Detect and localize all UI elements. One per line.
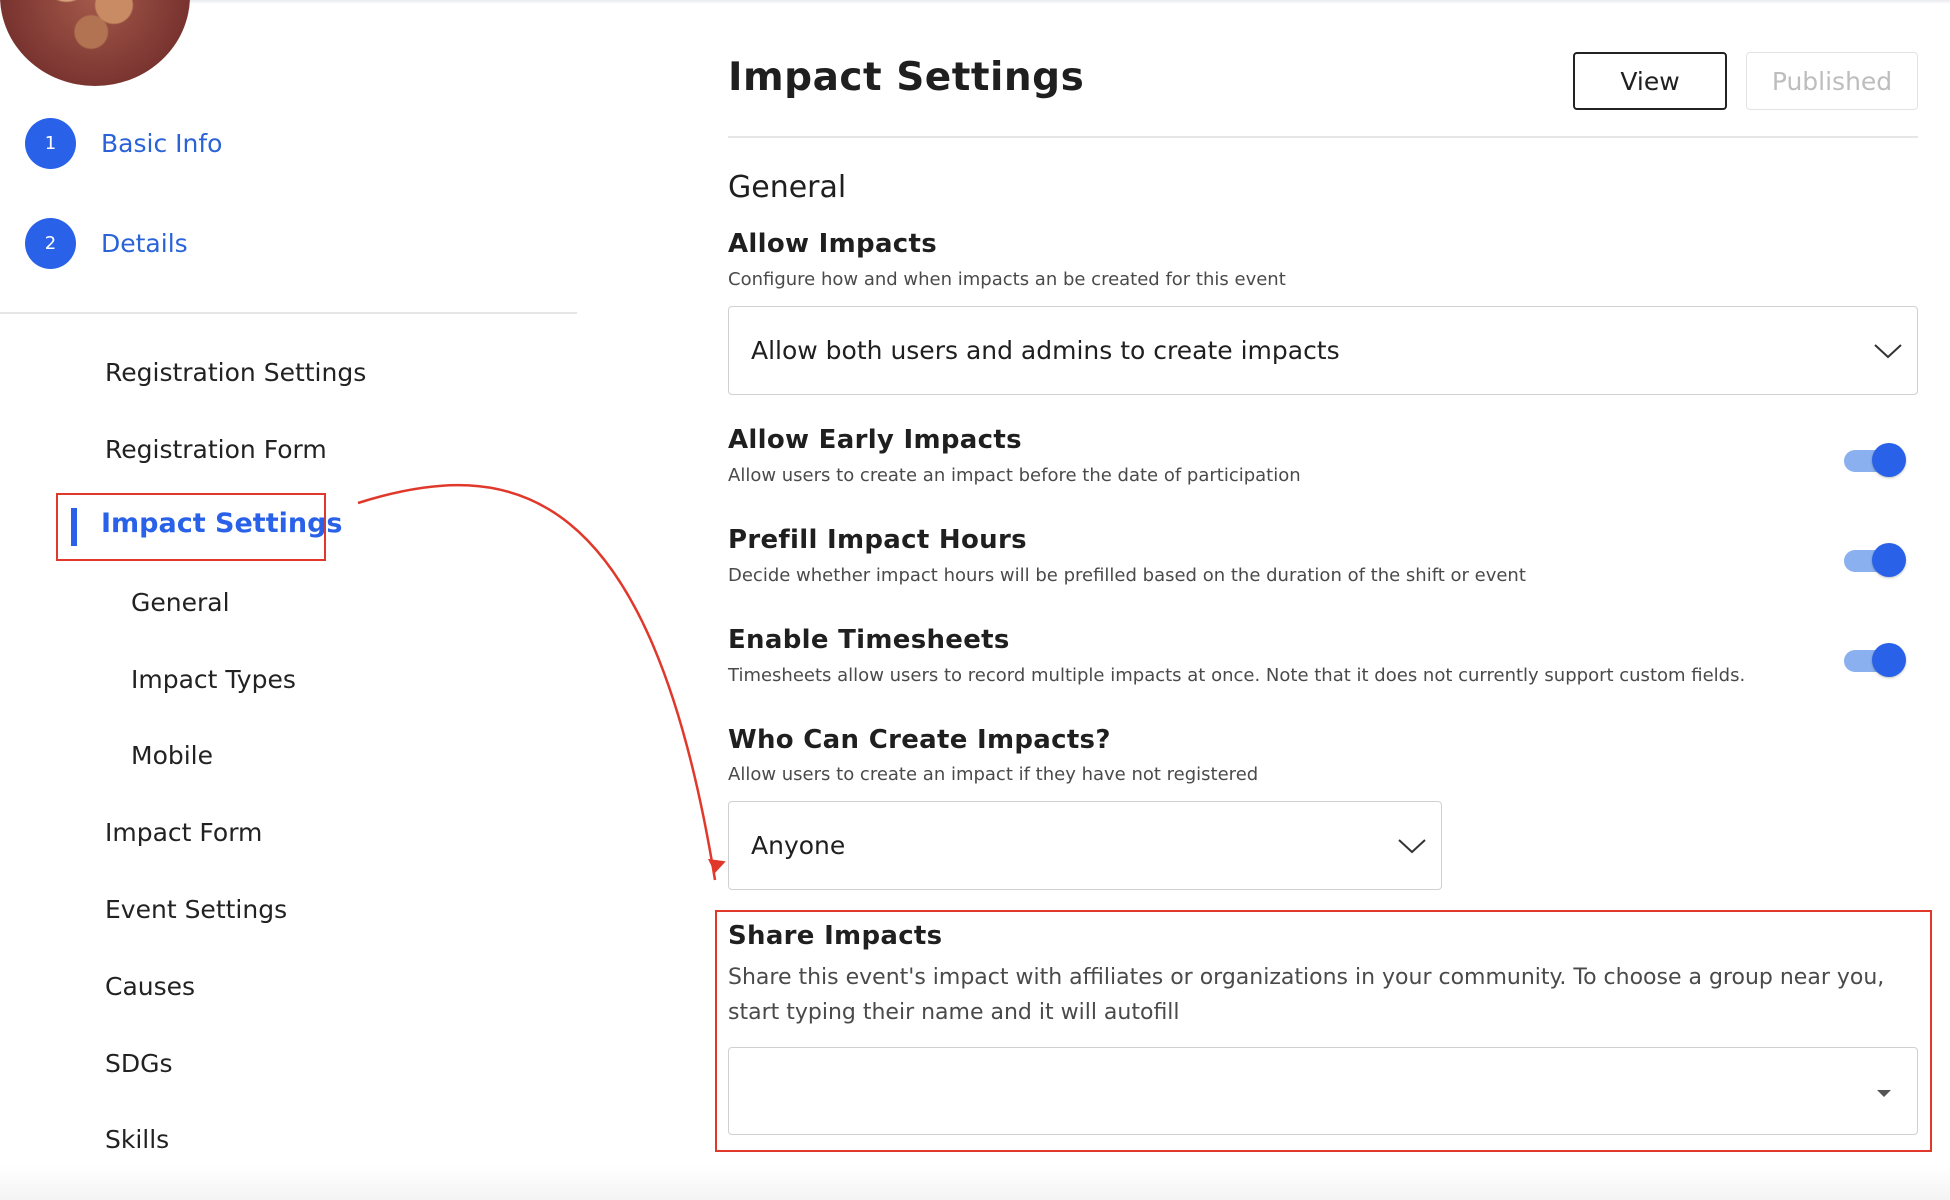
active-indicator — [71, 508, 77, 546]
share-impacts-autocomplete[interactable] — [728, 1047, 1918, 1135]
who-can-create-title: Who Can Create Impacts? — [728, 725, 1111, 755]
allow-impacts-select[interactable]: Allow both users and admins to create im… — [728, 306, 1918, 395]
caret-down-icon[interactable] — [1877, 1090, 1891, 1097]
toggle-knob — [1872, 443, 1906, 477]
prefill-impact-hours-toggle[interactable] — [1844, 543, 1906, 579]
sidebar-item-registration-form[interactable]: Registration Form — [105, 435, 327, 464]
sidebar-divider — [0, 312, 577, 314]
enable-timesheets-description: Timesheets allow users to record multipl… — [728, 665, 1746, 686]
who-can-create-select[interactable]: Anyone — [728, 801, 1442, 890]
allow-impacts-title: Allow Impacts — [728, 229, 938, 259]
section-title-general: General — [728, 170, 847, 205]
step-number-badge: 1 — [25, 118, 76, 169]
step-label: Details — [101, 229, 188, 258]
allow-impacts-selected-value: Allow both users and admins to create im… — [751, 336, 1340, 365]
sidebar-item-registration-settings[interactable]: Registration Settings — [105, 358, 366, 387]
prefill-impact-hours-description: Decide whether impact hours will be pref… — [728, 565, 1526, 586]
allow-early-impacts-description: Allow users to create an impact before t… — [728, 465, 1301, 486]
header-divider — [728, 136, 1918, 138]
who-can-create-description: Allow users to create an impact if they … — [728, 764, 1259, 785]
sidebar-item-sdgs[interactable]: SDGs — [105, 1049, 173, 1078]
top-shadow — [0, 0, 1950, 4]
allow-early-impacts-toggle[interactable] — [1844, 443, 1906, 479]
toggle-knob — [1872, 543, 1906, 577]
chevron-down-icon — [1874, 343, 1902, 358]
bottom-fade — [0, 1165, 1950, 1200]
enable-timesheets-title: Enable Timesheets — [728, 625, 1010, 655]
allow-impacts-description: Configure how and when impacts an be cre… — [728, 269, 1286, 290]
sidebar-item-skills[interactable]: Skills — [105, 1125, 169, 1154]
prefill-impact-hours-title: Prefill Impact Hours — [728, 525, 1027, 555]
step-basic-info[interactable]: 1 Basic Info — [25, 118, 222, 169]
toggle-knob — [1872, 643, 1906, 677]
step-number-badge: 2 — [25, 218, 76, 269]
who-can-create-selected-value: Anyone — [751, 831, 846, 860]
view-button[interactable]: View — [1573, 52, 1727, 110]
sidebar-subitem-general[interactable]: General — [131, 588, 230, 617]
page-title: Impact Settings — [728, 55, 1085, 100]
published-button[interactable]: Published — [1746, 52, 1918, 110]
step-label: Basic Info — [101, 129, 223, 158]
enable-timesheets-toggle[interactable] — [1844, 643, 1906, 679]
sidebar-item-event-settings[interactable]: Event Settings — [105, 895, 287, 924]
step-details[interactable]: 2 Details — [25, 218, 188, 269]
sidebar-subitem-impact-types[interactable]: Impact Types — [131, 665, 296, 694]
event-avatar — [0, 0, 190, 86]
sidebar-item-impact-settings[interactable]: Impact Settings — [101, 508, 342, 539]
share-impacts-description: Share this event's impact with affiliate… — [728, 965, 1885, 1025]
share-impacts-title: Share Impacts — [728, 921, 943, 951]
sidebar-item-causes[interactable]: Causes — [105, 972, 195, 1001]
chevron-down-icon — [1398, 838, 1426, 853]
allow-early-impacts-title: Allow Early Impacts — [728, 425, 1022, 455]
sidebar-subitem-mobile[interactable]: Mobile — [131, 741, 213, 770]
sidebar-item-impact-form[interactable]: Impact Form — [105, 818, 262, 847]
